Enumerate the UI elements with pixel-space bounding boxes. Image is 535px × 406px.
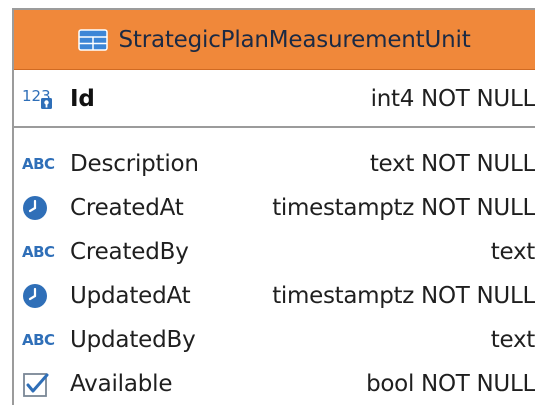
column-row-available[interactable]: Available bool NOT NULL [14, 362, 535, 406]
table-header[interactable]: StrategicPlanMeasurementUnit [14, 10, 535, 70]
column-row-createdby[interactable]: ABC CreatedBy text [14, 230, 535, 274]
column-name-createdby: CreatedBy [70, 239, 189, 265]
column-type-createdat: timestamptz NOT NULL [272, 195, 535, 221]
column-name-description: Description [70, 151, 199, 177]
numeric-key-icon: 123 [22, 84, 64, 114]
primary-key-section: 123 Id int4 NOT NULL [14, 70, 535, 128]
checkbox-icon [22, 369, 64, 399]
entity-table-card[interactable]: StrategicPlanMeasurementUnit 123 Id int4… [12, 8, 535, 405]
column-row-id[interactable]: 123 Id int4 NOT NULL [14, 77, 535, 121]
column-type-createdby: text [490, 239, 535, 265]
clock-icon [22, 281, 64, 311]
column-name-available: Available [70, 371, 173, 397]
column-type-available: bool NOT NULL [366, 371, 535, 397]
table-icon [78, 28, 109, 51]
column-row-updatedat[interactable]: UpdatedAt timestamptz NOT NULL [14, 274, 535, 318]
column-type-updatedat: timestamptz NOT NULL [272, 283, 535, 309]
column-name-id: Id [70, 86, 95, 112]
table-title: StrategicPlanMeasurementUnit [118, 26, 471, 53]
clock-icon [22, 193, 64, 223]
abc-text-icon: ABC [22, 155, 55, 173]
column-type-updatedby: text [490, 327, 535, 353]
column-row-updatedby[interactable]: ABC UpdatedBy text [14, 318, 535, 362]
column-row-description[interactable]: ABC Description text NOT NULL [14, 142, 535, 186]
abc-text-icon: ABC [22, 331, 55, 349]
column-type-description: text NOT NULL [369, 151, 535, 177]
abc-text-icon: ABC [22, 243, 55, 261]
column-type-id: int4 NOT NULL [370, 86, 535, 112]
column-name-updatedby: UpdatedBy [70, 327, 196, 353]
column-name-createdat: CreatedAt [70, 195, 184, 221]
column-name-updatedat: UpdatedAt [70, 283, 191, 309]
column-row-createdat[interactable]: CreatedAt timestamptz NOT NULL [14, 186, 535, 230]
